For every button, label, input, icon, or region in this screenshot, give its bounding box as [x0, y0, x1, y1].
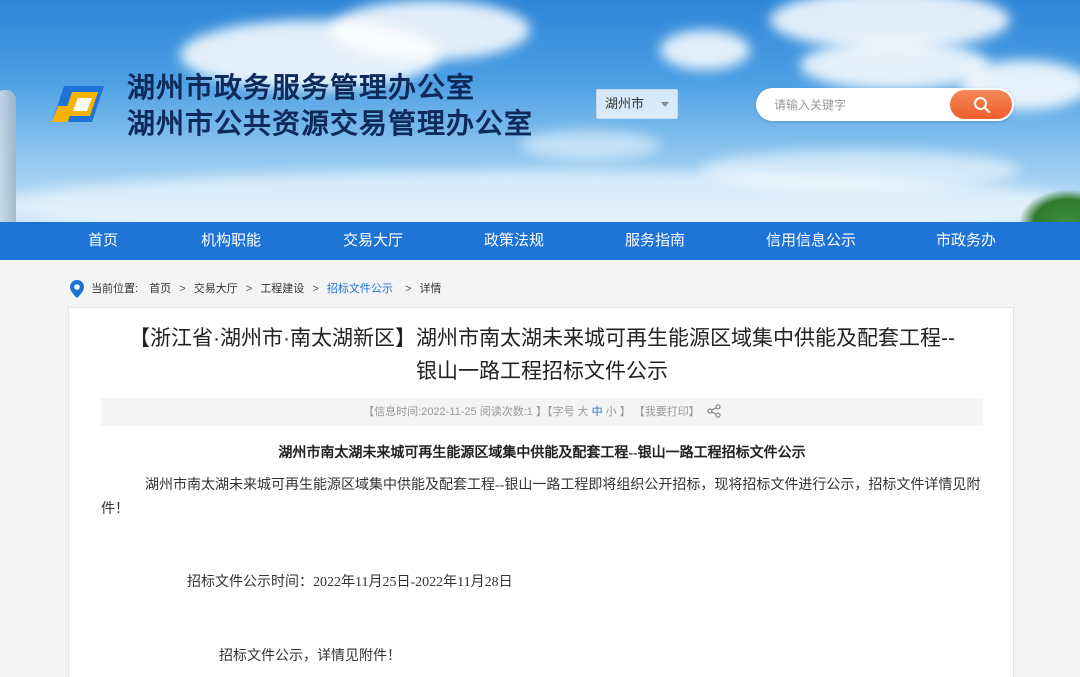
search-input[interactable] [756, 88, 956, 121]
location-pin-icon [70, 280, 84, 299]
site-title[interactable]: 湖州市政务服务管理办公室 湖州市公共资源交易管理办公室 [127, 70, 533, 142]
meta-font-size-close: 】 [619, 406, 631, 418]
city-select[interactable]: 湖州市 [596, 89, 678, 119]
main-nav: 首页 机构职能 交易大厅 政策法规 服务指南 信用信息公示 市政务办 [0, 222, 1080, 260]
font-size-medium-button[interactable]: 中 [592, 406, 603, 418]
article-paragraph-attachment-note: 招标文件公示，详情见附件！ [219, 649, 401, 664]
header-banner: 湖州市政务服务管理办公室 湖州市公共资源交易管理办公室 湖州市 [0, 0, 1080, 222]
tower-decoration [0, 90, 16, 222]
search-button[interactable] [950, 90, 1012, 119]
nav-item-credit-info[interactable]: 信用信息公示 [766, 222, 856, 260]
search-icon [974, 97, 991, 114]
meta-close-bracket: 】 [535, 406, 547, 418]
breadcrumb-trading-hall[interactable]: 交易大厅 [194, 283, 238, 295]
article-title-line1: 【浙江省·湖州市·南太湖新区】湖州市南太湖未来城可再生能源区域集中供能及配套工程… [129, 327, 955, 350]
nav-item-government-office[interactable]: 市政务办 [936, 222, 996, 260]
breadcrumb-tender-notice[interactable]: 招标文件公示 [327, 283, 393, 295]
nav-item-trading-hall[interactable]: 交易大厅 [343, 222, 403, 260]
breadcrumb-home[interactable]: 首页 [149, 283, 171, 295]
meta-info-time-label: 【信息时间: [363, 406, 422, 418]
article-title-line2: 银山一路工程招标文件公示 [416, 360, 668, 383]
breadcrumb-label: 当前位置: [91, 283, 139, 296]
font-size-small-button[interactable]: 小 [606, 406, 617, 418]
breadcrumb-separator: > [404, 283, 412, 296]
article-paragraph-intro: 湖州市南太湖未来城可再生能源区域集中供能及配套工程--银山一路工程即将组织公开招… [101, 478, 981, 517]
article-card: 【浙江省·湖州市·南太湖新区】湖州市南太湖未来城可再生能源区域集中供能及配套工程… [68, 307, 1014, 677]
site-title-line1: 湖州市政务服务管理办公室 [127, 72, 476, 103]
article-subtitle: 湖州市南太湖未来城可再生能源区域集中供能及配套工程--银山一路工程招标文件公示 [278, 446, 806, 461]
nav-item-policies[interactable]: 政策法规 [484, 222, 544, 260]
logo-icon[interactable] [50, 82, 116, 126]
nav-item-service-guide[interactable]: 服务指南 [625, 222, 685, 260]
breadcrumb-separator: > [245, 283, 253, 296]
meta-views-count: 1 [526, 406, 533, 418]
city-select-value: 湖州市 [605, 96, 645, 111]
chevron-down-icon [661, 102, 669, 107]
meta-date: 2022-11-25 [421, 406, 477, 418]
meta-font-size-label: 【字号 [546, 406, 575, 418]
plant-decoration [1020, 190, 1080, 222]
breadcrumb-detail: 详情 [419, 283, 442, 296]
search-box [756, 88, 1014, 121]
breadcrumb-separator: > [312, 283, 319, 296]
meta-views-label: 阅读次数: [479, 406, 527, 418]
cloud-decoration [520, 130, 660, 160]
cloud-decoration [330, 0, 530, 60]
site-title-line2: 湖州市公共资源交易管理办公室 [127, 108, 534, 139]
share-icon[interactable] [707, 404, 721, 418]
font-size-large-button[interactable]: 大 [578, 406, 589, 418]
nav-item-home[interactable]: 首页 [88, 222, 118, 260]
breadcrumb: 当前位置: 首页 > 交易大厅 > 工程建设 > 招标文件公示 > 详情 [70, 279, 441, 299]
cloud-decoration [660, 30, 750, 70]
article-paragraph-notice-period: 招标文件公示时间：2022年11月25日-2022年11月28日 [187, 575, 513, 590]
article-meta-bar: 【信息时间:2022-11-25 阅读次数:1 】【字号 大 中 小 】 【我要… [101, 398, 983, 426]
nav-item-organization[interactable]: 机构职能 [201, 222, 261, 260]
print-button[interactable]: 【我要打印】 [634, 406, 700, 418]
breadcrumb-separator: > [179, 283, 186, 296]
breadcrumb-engineering[interactable]: 工程建设 [260, 283, 304, 295]
article-title: 【浙江省·湖州市·南太湖新区】湖州市南太湖未来城可再生能源区域集中供能及配套工程… [69, 322, 1015, 388]
